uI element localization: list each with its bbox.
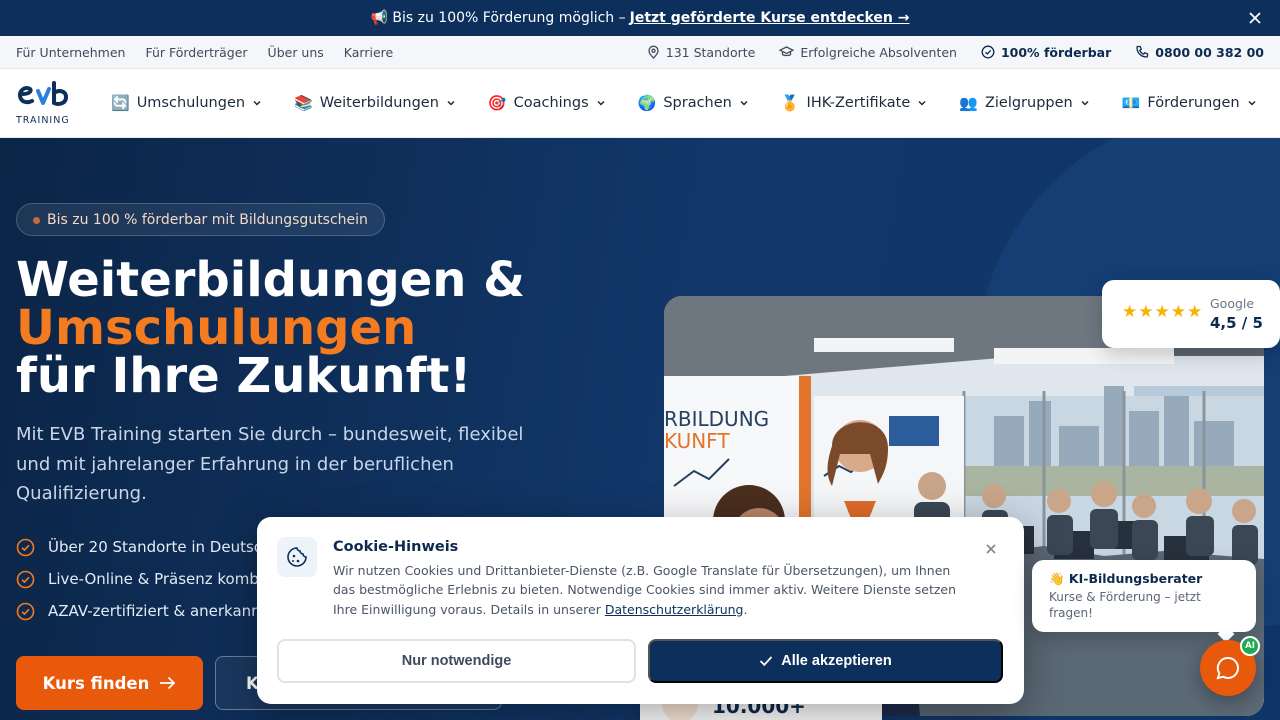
cookie-icon: [277, 537, 317, 577]
nav-emoji: 🏅: [780, 94, 800, 112]
hero-title: Weiterbildungen & Umschulungen für Ihre …: [16, 256, 525, 400]
hero-lead: Mit EVB Training starten Sie durch – bun…: [16, 424, 524, 504]
check-circle-icon: [16, 570, 35, 588]
nav-label: IHK-Zertifikate: [806, 95, 911, 111]
rating-stars: ★★★★★: [1122, 302, 1204, 322]
chevron-down-icon: [447, 100, 455, 106]
cookie-dialog: Cookie-Hinweis Wir nutzen Cookies und Dr…: [257, 517, 1024, 704]
necessary-only-button[interactable]: Nur notwendige: [277, 639, 636, 683]
nav-label: Umschulungen: [136, 95, 246, 111]
chevron-down-icon: [740, 100, 748, 106]
chevron-down-icon: [1081, 100, 1089, 106]
util-graduates-label: Erfolgreiche Absolventen: [800, 44, 957, 60]
chevron-down-icon: [253, 100, 261, 106]
util-phone-label: 0800 00 382 00: [1155, 44, 1264, 60]
nav-label: Weiterbildungen: [319, 95, 439, 111]
rating-source: Google: [1210, 296, 1255, 311]
util-link-foerdertraeger[interactable]: Für Förderträger: [145, 45, 247, 60]
util-locations-label: 131 Standorte: [665, 44, 756, 60]
nav-item-zielgruppen[interactable]: 👥 Zielgruppen: [959, 94, 1089, 112]
svg-text:RBILDUNG: RBILDUNG: [664, 407, 769, 431]
close-icon[interactable]: [984, 542, 998, 556]
arrow-right-icon: [160, 676, 176, 690]
check-circle-icon: [16, 538, 35, 556]
cookie-text: Wir nutzen Cookies und Drittanbieter-Die…: [333, 563, 957, 617]
nav-emoji: 🌍: [637, 94, 657, 112]
logo-subtitle: TRAINING: [16, 115, 70, 126]
check-circle-icon: [16, 602, 35, 620]
nav-label: Sprachen: [663, 95, 732, 111]
accept-all-label: Alle akzeptieren: [781, 653, 892, 669]
nav-emoji: 🔄: [111, 94, 130, 112]
nav-item-umschulungen[interactable]: 🔄 Umschulungen: [111, 94, 262, 112]
graduation-cap-icon: [779, 46, 795, 57]
util-link-unternehmen[interactable]: Für Unternehmen: [16, 45, 125, 60]
chat-icon: [1216, 656, 1239, 680]
nav-label: Coachings: [513, 95, 589, 111]
util-phone[interactable]: 0800 00 382 00: [1135, 45, 1264, 60]
find-course-button[interactable]: Kurs finden: [16, 656, 203, 710]
nav-label: Förderungen: [1147, 95, 1240, 111]
ai-advisor-subtitle: Kurse & Förderung – jetzt fragen!: [1049, 590, 1201, 620]
rating-score: 4,5 / 5: [1210, 314, 1263, 332]
accept-all-button[interactable]: Alle akzeptieren: [648, 639, 1003, 683]
util-link-ueber-uns[interactable]: Über uns: [268, 45, 324, 60]
find-course-label: Kurs finden: [42, 673, 150, 693]
util-link-karriere[interactable]: Karriere: [344, 45, 393, 60]
check-circle-icon: [981, 45, 995, 59]
promo-bar: 📢 Bis zu 100% Förderung möglich – Jetzt …: [0, 0, 1280, 36]
ai-badge: AI: [1240, 636, 1260, 656]
funding-badge: Bis zu 100 % förderbar mit Bildungsgutsc…: [16, 203, 385, 236]
badge-dot: [33, 217, 40, 224]
hero-title-line3: für Ihre Zukunft!: [16, 348, 472, 404]
nav-item-weiterbildungen[interactable]: 📚 Weiterbildungen: [294, 94, 456, 112]
nav-emoji: 📚: [294, 94, 313, 112]
chevron-down-icon: [1248, 100, 1256, 106]
ai-advisor-title: 👋 KI-Bildungsberater: [1049, 571, 1203, 586]
check-item-label: AZAV-zertifiziert & anerkannt: [48, 602, 267, 620]
util-funding: 100% förderbar: [981, 45, 1111, 60]
util-graduates[interactable]: Erfolgreiche Absolventen: [779, 45, 957, 60]
close-icon[interactable]: [1248, 11, 1262, 25]
util-locations[interactable]: 131 Standorte: [647, 44, 756, 60]
cookie-title: Cookie-Hinweis: [333, 539, 459, 555]
ai-advisor-bubble[interactable]: 👋 KI-Bildungsberater Kurse & Förderung –…: [1032, 560, 1256, 632]
chevron-down-icon: [597, 100, 605, 106]
privacy-link[interactable]: Datenschutzerklärung: [605, 602, 744, 617]
nav-item-coachings[interactable]: 🎯 Coachings: [488, 94, 606, 112]
nav-emoji: 🎯: [487, 94, 507, 112]
nav-emoji: 💶: [1121, 94, 1141, 112]
nav-emoji: 👥: [959, 94, 978, 112]
utility-bar: Für Unternehmen Für Förderträger Über un…: [0, 36, 1280, 69]
nav-label: Zielgruppen: [984, 95, 1073, 111]
evb-logo-icon: [17, 81, 69, 106]
logo[interactable]: TRAINING: [16, 79, 72, 129]
nav-menu: 🔄 Umschulungen 📚 Weiterbildungen 🎯 Coach…: [111, 69, 1257, 137]
nav-item-foerderungen[interactable]: 💶 Förderungen: [1122, 94, 1257, 112]
promo-text: 📢 Bis zu 100% Förderung möglich –: [370, 10, 626, 26]
promo-link[interactable]: Jetzt geförderte Kurse entdecken →: [630, 10, 910, 26]
main-nav: TRAINING 🔄 Umschulungen 📚 Weiterbildunge…: [0, 69, 1280, 138]
util-funding-label: 100% förderbar: [1000, 44, 1112, 60]
funding-badge-label: Bis zu 100 % förderbar mit Bildungsgutsc…: [47, 211, 368, 228]
svg-text:KUNFT: KUNFT: [664, 429, 730, 453]
phone-icon: [1136, 45, 1149, 58]
nav-item-ihk-zertifikate[interactable]: 🏅 IHK-Zertifikate: [781, 94, 927, 112]
google-rating-card: ★★★★★ Google 4,5 / 5: [1102, 280, 1280, 348]
checkmark-icon: [760, 656, 773, 667]
location-pin-icon: [648, 45, 659, 59]
nav-item-sprachen[interactable]: 🌍 Sprachen: [638, 94, 749, 112]
chevron-down-icon: [918, 100, 926, 106]
